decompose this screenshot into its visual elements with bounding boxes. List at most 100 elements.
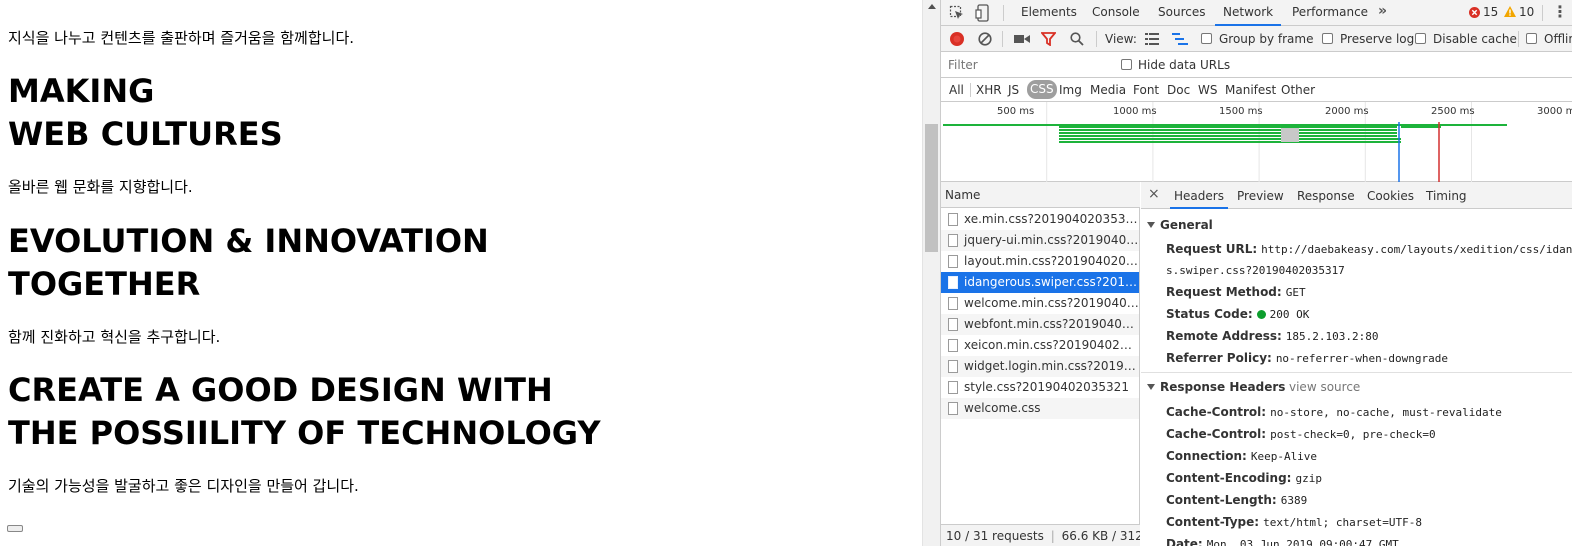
tab-sources[interactable]: Sources: [1150, 0, 1213, 26]
type-img[interactable]: Img: [1059, 83, 1082, 97]
tab-elements[interactable]: Elements: [1013, 0, 1085, 26]
disable-cache-label: Disable cache: [1433, 32, 1517, 46]
screenshot-camera-icon[interactable]: [1014, 34, 1030, 44]
file-icon: [948, 297, 958, 310]
tab-timing[interactable]: Timing: [1422, 182, 1471, 209]
type-font[interactable]: Font: [1133, 83, 1159, 97]
type-doc[interactable]: Doc: [1167, 83, 1190, 97]
request-row[interactable]: widget.login.min.css?20190402035317: [941, 356, 1139, 377]
triangle-down-icon: [1147, 384, 1155, 390]
intro-text: 지식을 나누고 컨텐츠를 출판하며 즐거움을 함께합니다.: [8, 29, 355, 47]
response-header-row: Connection: Keep-Alive: [1166, 449, 1318, 463]
file-icon: [948, 276, 958, 289]
file-icon: [948, 234, 958, 247]
preserve-log-checkbox[interactable]: [1322, 33, 1333, 44]
type-other[interactable]: Other: [1281, 83, 1315, 97]
type-css[interactable]: CSS: [1027, 80, 1057, 99]
file-icon: [948, 339, 958, 352]
timeline-request-bar: [1401, 126, 1441, 128]
filter-funnel-icon[interactable]: [1041, 32, 1056, 46]
disable-cache-checkbox[interactable]: [1415, 33, 1426, 44]
request-row[interactable]: welcome.min.css?20190402035317: [941, 293, 1139, 314]
request-row[interactable]: xeicon.min.css?20190402035317: [941, 335, 1139, 356]
heading-possibility: THE POSSIILITY OF TECHNOLOGY: [8, 414, 601, 452]
timeline-request-bar: [1059, 141, 1401, 143]
kebab-menu-icon[interactable]: ⋮: [1552, 2, 1568, 21]
request-row[interactable]: jquery-ui.min.css?20190402035317: [941, 230, 1139, 251]
timeline-request-bar: [1059, 135, 1397, 137]
offline-checkbox[interactable]: [1526, 33, 1537, 44]
timeline-tick-500: 500 ms: [997, 106, 1035, 117]
name-column-header[interactable]: Name: [941, 182, 1140, 208]
small-button[interactable]: [7, 525, 23, 532]
device-toolbar-icon[interactable]: [975, 4, 991, 22]
request-row[interactable]: webfont.min.css?20190402035317: [941, 314, 1139, 335]
page-scrollbar[interactable]: [922, 0, 940, 546]
general-section-toggle[interactable]: General: [1147, 218, 1213, 232]
request-row[interactable]: welcome.css: [941, 398, 1139, 419]
tab-performance[interactable]: Performance: [1284, 0, 1376, 26]
inspect-element-icon[interactable]: [949, 5, 965, 21]
response-header-row: Date: Mon, 03 Jun 2019 09:00:47 GMT: [1166, 537, 1399, 546]
web-page-viewport: 지식을 나누고 컨텐츠를 출판하며 즐거움을 함께합니다. MAKING WEB…: [0, 0, 922, 546]
group-by-frame-label: Group by frame: [1219, 32, 1314, 46]
record-icon[interactable]: [950, 32, 964, 46]
type-manifest[interactable]: Manifest: [1225, 83, 1276, 97]
request-row[interactable]: xe.min.css?20190402035317: [941, 209, 1139, 230]
tab-cookies[interactable]: Cookies: [1363, 182, 1418, 209]
waterfall-view-icon[interactable]: [1172, 33, 1188, 45]
tab-headers[interactable]: Headers: [1170, 182, 1228, 209]
clear-icon[interactable]: [978, 32, 992, 46]
group-by-frame-checkbox[interactable]: [1201, 33, 1212, 44]
tab-response[interactable]: Response: [1293, 182, 1359, 209]
heading-making: MAKING: [8, 72, 155, 110]
type-js[interactable]: JS: [1008, 83, 1019, 97]
list-view-icon[interactable]: [1145, 33, 1159, 45]
web-culture-text: 올바른 웹 문화를 지향합니다.: [8, 178, 193, 196]
response-header-row: Cache-Control: no-store, no-cache, must-r…: [1166, 405, 1502, 419]
technology-text: 기술의 가능성을 발굴하고 좋은 디자인을 만들어 갑니다.: [8, 477, 359, 495]
heading-evolution: EVOLUTION & INNOVATION: [8, 222, 489, 260]
tab-preview[interactable]: Preview: [1233, 182, 1288, 209]
timeline-tick-3000: 3000 ms: [1537, 106, 1572, 117]
innovation-text: 함께 진화하고 혁신을 추구합니다.: [8, 328, 221, 346]
hide-data-urls-checkbox[interactable]: [1121, 59, 1132, 70]
warning-count[interactable]: 10: [1519, 5, 1534, 19]
response-header-row: Content-Length: 6389: [1166, 493, 1308, 507]
file-icon: [948, 360, 958, 373]
request-row-selected[interactable]: idangerous.swiper.css?20190402035317: [941, 272, 1139, 293]
request-count: 10 / 31 requests: [946, 529, 1044, 543]
error-count[interactable]: 15: [1483, 5, 1498, 19]
preserve-log-label: Preserve log: [1340, 32, 1415, 46]
type-ws[interactable]: WS: [1198, 83, 1217, 97]
request-row[interactable]: style.css?20190402035321: [941, 377, 1139, 398]
type-xhr[interactable]: XHR: [976, 83, 1002, 97]
file-icon: [948, 318, 958, 331]
tab-console[interactable]: Console: [1084, 0, 1148, 26]
scroll-thumb[interactable]: [925, 124, 938, 252]
error-icon[interactable]: [1469, 7, 1480, 18]
view-source-link[interactable]: view source: [1289, 380, 1360, 394]
request-url-row-continued: s.swiper.css?20190402035317: [1166, 264, 1345, 277]
scroll-up-arrow-icon[interactable]: [928, 4, 936, 9]
filter-input[interactable]: [944, 55, 1109, 75]
search-icon[interactable]: [1070, 32, 1084, 46]
type-all[interactable]: All: [949, 83, 964, 97]
warning-icon[interactable]: [1504, 6, 1516, 17]
request-method-row: Request Method: GET: [1166, 285, 1306, 299]
response-headers-section-toggle[interactable]: Response Headers: [1147, 380, 1285, 394]
timeline-tick-2000: 2000 ms: [1325, 106, 1369, 117]
screen: 지식을 나누고 컨텐츠를 출판하며 즐거움을 함께합니다. MAKING WEB…: [0, 0, 1572, 546]
more-tabs-chevron-icon[interactable]: »: [1378, 3, 1387, 19]
details-tab-bar: × Headers Preview Response Cookies Timin…: [1141, 182, 1572, 209]
request-list: Name xe.min.css?20190402035317 jquery-ui…: [941, 182, 1140, 546]
devtools-tab-bar: Elements Console Sources Network Perform…: [941, 0, 1572, 26]
request-row[interactable]: layout.min.css?20190402035317: [941, 251, 1139, 272]
request-details: × Headers Preview Response Cookies Timin…: [1141, 182, 1572, 546]
response-header-row: Content-Type: text/html; charset=UTF-8: [1166, 515, 1423, 529]
type-media[interactable]: Media: [1090, 83, 1126, 97]
response-header-row: Content-Encoding: gzip: [1166, 471, 1322, 485]
tab-network[interactable]: Network: [1215, 0, 1282, 26]
network-timeline-overview[interactable]: 500 ms 1000 ms 1500 ms 2000 ms 2500 ms 3…: [941, 102, 1572, 182]
close-details-icon[interactable]: ×: [1148, 186, 1160, 202]
